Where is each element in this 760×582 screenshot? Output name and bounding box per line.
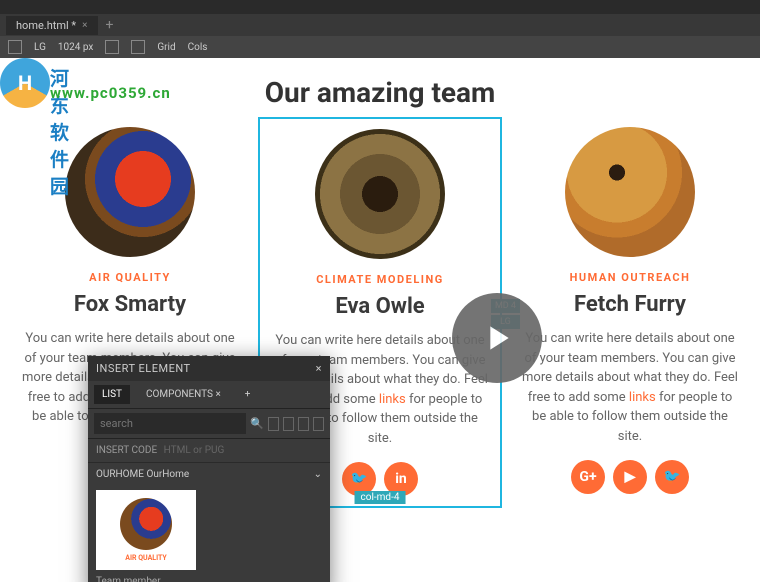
group-subname: OurHome [146, 469, 189, 480]
watermark: H 河东软件园 www.pc0359.cn [0, 58, 50, 108]
member-role: AIR QUALITY [16, 271, 244, 284]
avatar [65, 127, 195, 257]
avatar [315, 129, 445, 259]
component-label: Team member [88, 574, 330, 582]
panel-tabs: LIST COMPONENTS × + [88, 381, 330, 409]
member-role: HUMAN OUTREACH [516, 271, 744, 284]
avatar [565, 127, 695, 257]
insert-element-panel[interactable]: INSERT ELEMENT × LIST COMPONENTS × + 🔍 I… [88, 356, 330, 582]
viewport-toolbar: LG 1024 px Grid Cols [0, 36, 760, 58]
layout-icon[interactable] [298, 417, 309, 431]
viewport-width: 1024 px [58, 42, 93, 53]
row-label: INSERT CODE [96, 445, 157, 456]
device-icon[interactable] [8, 40, 22, 54]
youtube-icon[interactable]: ▶ [613, 460, 647, 494]
file-tab-home[interactable]: home.html * × [6, 16, 98, 35]
tab-list[interactable]: LIST [94, 385, 130, 404]
column-label: col-md-4 [355, 491, 406, 504]
search-input[interactable] [94, 413, 246, 434]
layout-icon[interactable] [313, 417, 324, 431]
group-name: OURHOME [96, 469, 144, 480]
tab-label: COMPONENTS [146, 389, 213, 400]
social-buttons: G+ ▶ 🐦 [516, 460, 744, 494]
thumbnail-avatar [120, 498, 172, 550]
breakpoint-label[interactable]: LG [34, 42, 46, 53]
chevron-down-icon[interactable]: ⌄ [314, 469, 322, 480]
play-icon [477, 318, 517, 358]
close-tab-icon[interactable]: × [82, 20, 87, 31]
layout-icon[interactable] [283, 417, 294, 431]
play-button-overlay[interactable] [452, 293, 542, 383]
tab-components[interactable]: COMPONENTS × [138, 385, 229, 404]
desc-link[interactable]: links [379, 392, 406, 407]
grid-toggle[interactable]: Grid [157, 42, 175, 53]
cols-toggle[interactable]: Cols [188, 42, 208, 53]
row-sublabel: HTML or PUG [164, 445, 225, 456]
gplus-icon[interactable]: G+ [571, 460, 605, 494]
file-tabbar: home.html * × + [0, 14, 760, 36]
panel-title: INSERT ELEMENT [96, 362, 191, 375]
viewport-icon-2[interactable] [131, 40, 145, 54]
member-role: CLIMATE MODELING [266, 273, 494, 286]
watermark-url: www.pc0359.cn [50, 84, 171, 102]
thumbnail-role: AIR QUALITY [104, 554, 188, 562]
desc-link[interactable]: links [629, 390, 656, 405]
file-tab-label: home.html * [16, 19, 76, 32]
component-thumbnail[interactable]: AIR QUALITY [96, 490, 196, 570]
search-icon[interactable]: 🔍 [250, 417, 264, 430]
layout-icon[interactable] [268, 417, 279, 431]
close-icon[interactable]: × [316, 362, 322, 375]
design-canvas[interactable]: H 河东软件园 www.pc0359.cn Our amazing team A… [0, 58, 760, 582]
new-tab-button[interactable]: + [106, 17, 114, 33]
search-row: 🔍 [88, 409, 330, 439]
viewport-icon[interactable] [105, 40, 119, 54]
member-desc: You can write here details about one of … [516, 329, 744, 446]
member-name: Fetch Furry [516, 292, 744, 317]
add-tab-button[interactable]: + [237, 385, 259, 404]
component-group-header[interactable]: OURHOME OurHome ⌄ [88, 463, 330, 486]
twitter-icon[interactable]: 🐦 [655, 460, 689, 494]
panel-header[interactable]: INSERT ELEMENT × [88, 356, 330, 381]
insert-code-row[interactable]: INSERT CODE HTML or PUG [88, 439, 330, 463]
tab-close-icon[interactable]: × [215, 389, 220, 400]
member-name: Fox Smarty [16, 292, 244, 317]
team-card[interactable]: HUMAN OUTREACH Fetch Furry You can write… [510, 117, 750, 508]
window-titlebar [0, 0, 760, 14]
watermark-logo-icon: H [0, 58, 50, 108]
